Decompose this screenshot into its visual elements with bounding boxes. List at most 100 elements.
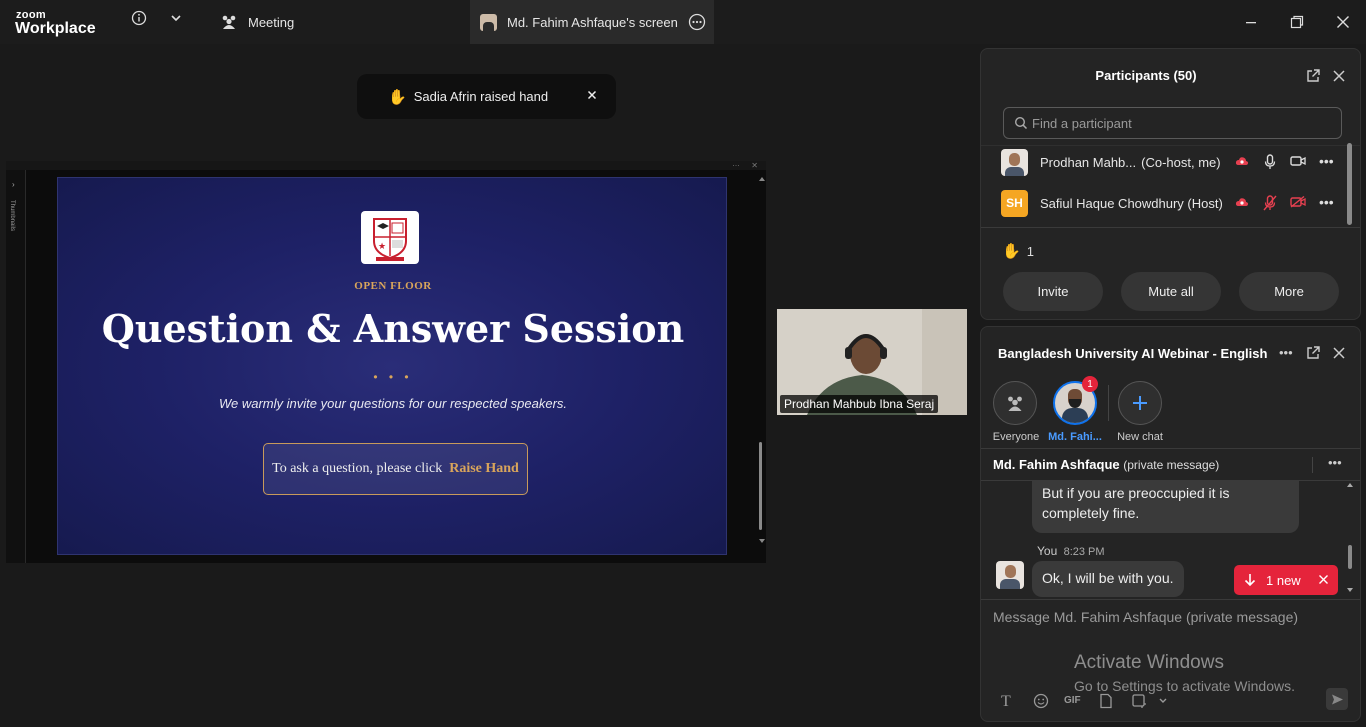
pop-out-icon[interactable] <box>1305 345 1321 361</box>
message-bubble: Ok, I will be with you. <box>1032 561 1184 597</box>
divider <box>981 145 1360 146</box>
thread-name: Md. Fahim Ashfaque <box>993 457 1120 472</box>
participants-scrollbar[interactable] <box>1347 143 1352 225</box>
thumbnails-strip[interactable]: › Thumbnails <box>6 170 26 563</box>
divider <box>1312 457 1313 473</box>
info-icon[interactable] <box>131 10 147 26</box>
people-icon <box>220 14 238 30</box>
avatar <box>1001 148 1028 176</box>
invite-button[interactable]: Invite <box>1003 272 1103 311</box>
send-icon <box>1331 694 1343 704</box>
instruction-text: To ask a question, please click <box>272 461 443 476</box>
close-icon[interactable] <box>1332 346 1346 360</box>
tab-shared-screen[interactable]: Md. Fahim Ashfaque's screen <box>470 0 714 44</box>
participant-search-input[interactable]: Find a participant <box>1003 107 1342 139</box>
close-window-icon[interactable] <box>1333 12 1353 32</box>
participant-row[interactable]: Prodhan Mahb... (Co-host, me) ••• <box>1001 147 1341 177</box>
svg-text:★: ★ <box>378 241 386 251</box>
chevron-down-icon[interactable] <box>170 13 182 23</box>
participant-name: Prodhan Mahb... <box>1040 154 1137 170</box>
screenshot-icon[interactable] <box>1131 693 1147 709</box>
windows-watermark-title: Activate Windows <box>1074 652 1224 673</box>
chat-scrollbar[interactable] <box>1347 483 1353 595</box>
message-text-line: But if you are preoccupied it is <box>1042 485 1230 501</box>
more-options-icon[interactable] <box>688 13 706 31</box>
participant-row[interactable]: SH Safiul Haque Chowdhury (Host) ••• <box>1001 188 1341 218</box>
share-top-bar: ✕ … <box>6 159 766 170</box>
thread-header: Md. Fahim Ashfaque (private message) <box>993 457 1219 472</box>
gif-icon[interactable]: GIF <box>1064 695 1081 706</box>
message-meta: You 8:23 PM <box>1037 544 1105 558</box>
notification-text: Sadia Afrin raised hand <box>413 89 549 104</box>
search-icon <box>1014 116 1028 130</box>
more-options-icon[interactable]: ••• <box>1319 153 1334 169</box>
message-bubble: But if you are preoccupied it is complet… <box>1032 480 1299 533</box>
chevron-down-icon[interactable] <box>1158 697 1168 705</box>
unread-badge: 1 <box>1082 376 1098 392</box>
message-time: 8:23 PM <box>1063 546 1105 558</box>
emoji-icon[interactable] <box>1033 693 1049 709</box>
brand-workplace: Workplace <box>15 20 96 37</box>
avatar <box>996 561 1024 589</box>
send-button[interactable] <box>1326 688 1348 710</box>
search-placeholder: Find a participant <box>1032 115 1132 131</box>
title-bar: zoom Workplace Meeting Md. Fahim Ashfaqu… <box>0 0 1366 44</box>
video-off-icon[interactable] <box>1290 196 1306 208</box>
share-scrollbar[interactable] <box>758 177 765 555</box>
slide-dots: • • • <box>373 370 413 384</box>
minimize-icon[interactable] <box>1241 12 1261 32</box>
new-messages-button[interactable]: 1 new <box>1234 565 1338 595</box>
slide-kicker: OPEN FLOOR <box>354 280 432 292</box>
microphone-muted-icon[interactable] <box>1263 195 1277 211</box>
thread-suffix: (private message) <box>1123 458 1220 472</box>
university-logo: ★ <box>361 211 419 264</box>
thumbnails-label: Thumbnails <box>9 200 15 232</box>
tab-meeting-label: Meeting <box>248 14 295 30</box>
mute-all-button[interactable]: Mute all <box>1121 272 1221 311</box>
new-messages-label: 1 new <box>1266 572 1301 588</box>
new-chat-button[interactable] <box>1118 381 1162 425</box>
plus-icon <box>1131 394 1149 412</box>
more-button[interactable]: More <box>1239 272 1339 311</box>
divider <box>981 448 1360 449</box>
arrow-down-icon <box>1244 573 1256 587</box>
participant-role: (Co-host, me) <box>1141 154 1221 170</box>
divider <box>981 599 1360 600</box>
close-icon[interactable] <box>586 89 598 101</box>
chat-panel: Bangladesh University AI Webinar - Engli… <box>980 326 1361 722</box>
chip-label-new-chat: New chat <box>1117 431 1163 443</box>
chat-everyone-chip[interactable] <box>993 381 1037 425</box>
presentation-slide: ★ OPEN FLOOR Question & Answer Session •… <box>57 177 727 555</box>
close-icon: ✕ <box>751 161 758 170</box>
divider <box>981 227 1360 228</box>
message-input[interactable]: Message Md. Fahim Ashfaque (private mess… <box>993 609 1298 625</box>
video-camera-icon[interactable] <box>1290 155 1306 167</box>
raised-hand-icon: ✋ <box>388 88 407 106</box>
divider <box>1108 385 1109 421</box>
tab-meeting[interactable]: Meeting <box>210 0 460 44</box>
more-options-icon[interactable]: ••• <box>1279 345 1293 360</box>
instruction-highlight: Raise Hand <box>449 461 519 476</box>
raised-hands-count: ✋ 1 <box>1002 242 1034 260</box>
panel-title: Participants (50) <box>1095 68 1197 83</box>
text-format-icon[interactable]: T <box>1001 693 1011 711</box>
microphone-icon[interactable] <box>1263 154 1277 170</box>
file-icon[interactable] <box>1099 693 1113 709</box>
tab-shared-screen-label: Md. Fahim Ashfaque's screen <box>507 14 678 30</box>
chevron-right-icon[interactable]: › <box>12 180 15 189</box>
restore-icon[interactable] <box>1287 12 1307 32</box>
participants-panel: Participants (50) Find a participant Pro… <box>980 48 1361 320</box>
avatar <box>480 13 497 31</box>
windows-watermark-subtitle: Go to Settings to activate Windows. <box>1074 678 1295 694</box>
cloud-recording-icon <box>1235 196 1249 208</box>
message-sender: You <box>1037 544 1058 558</box>
shared-screen[interactable]: ✕ … › Thumbnails ★ OPEN FLOOR Question &… <box>6 159 766 563</box>
more-options-icon[interactable]: ••• <box>1319 194 1334 210</box>
more-options-icon[interactable]: ••• <box>1328 455 1342 470</box>
pop-out-icon[interactable] <box>1305 68 1321 84</box>
participant-name: Safiul Haque Chowdhury (Host) <box>1040 195 1223 211</box>
close-icon[interactable] <box>1332 69 1346 83</box>
close-icon[interactable] <box>1318 574 1329 585</box>
video-tile[interactable]: Prodhan Mahbub Ibna Seraj <box>777 309 967 415</box>
cloud-recording-icon <box>1235 155 1249 167</box>
